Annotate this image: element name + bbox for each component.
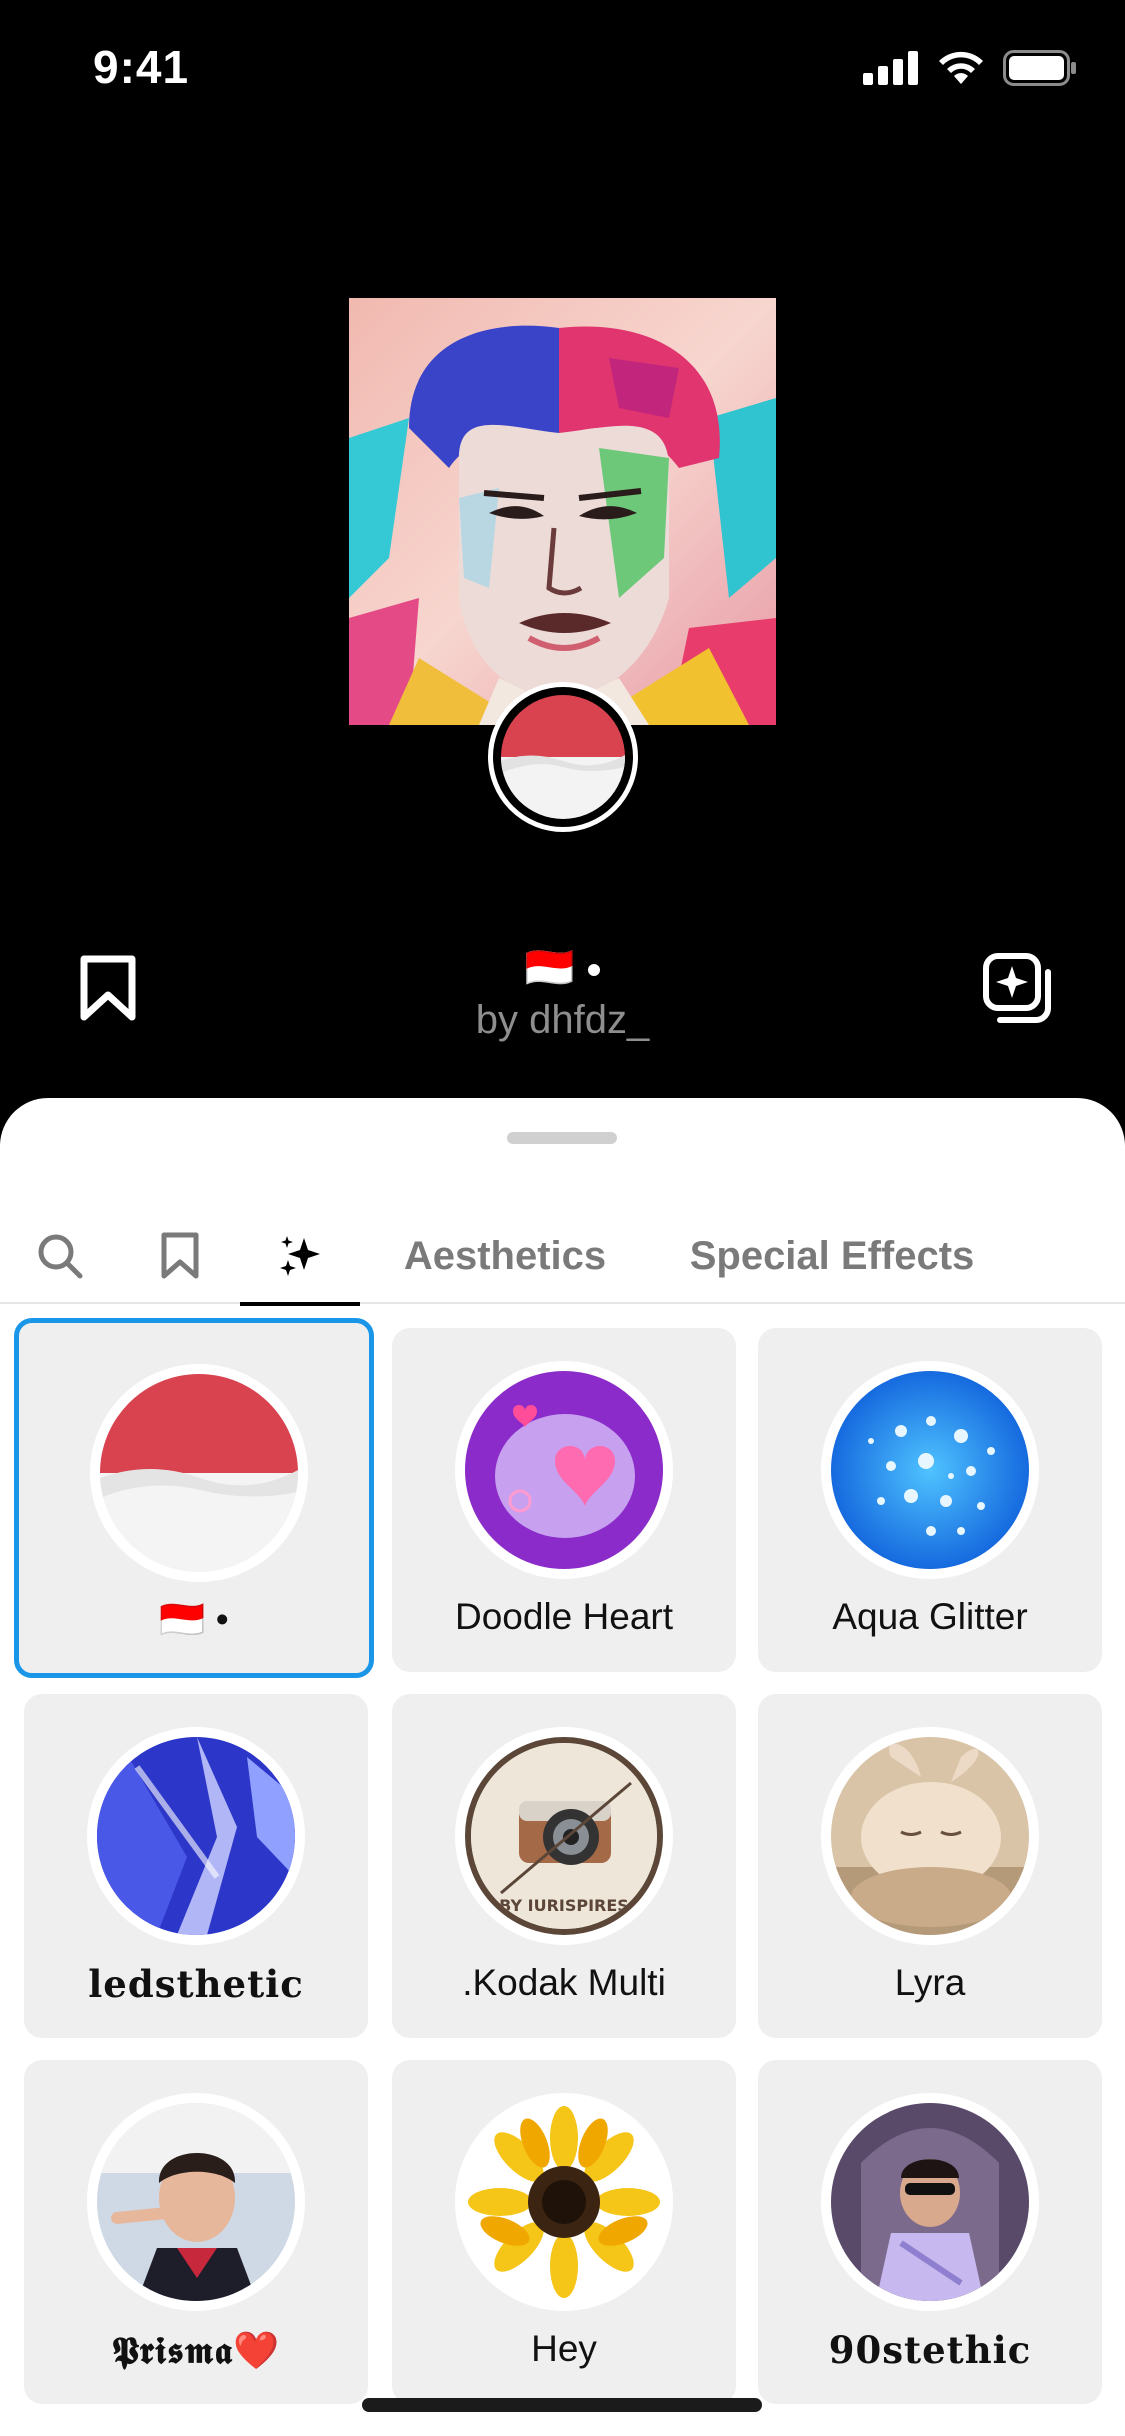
battery-icon [1003, 50, 1076, 86]
effect-thumb [87, 1727, 305, 1945]
tab-saved[interactable] [150, 1208, 210, 1304]
effect-card-prisma[interactable]: 𝕻𝖗𝖎𝖘𝖒𝖆❤️ [24, 2060, 368, 2404]
status-time: 9:41 [93, 41, 190, 93]
tab-aesthetics[interactable]: Aesthetics [390, 1208, 620, 1304]
effect-title-dot [588, 964, 601, 977]
status-bar: 9:41 [0, 0, 1125, 140]
effect-card-kodak-multi[interactable]: BY IURISPIRES .Kodak Multi [392, 1694, 736, 2038]
effects-tabs: Aesthetics Special Effects [0, 1208, 1125, 1306]
effect-title: 🇮🇩 [0, 944, 1125, 991]
effect-preview-image [349, 298, 776, 725]
effect-thumb [821, 1727, 1039, 1945]
effect-label: .Kodak Multi [462, 1962, 666, 2003]
status-icons [863, 50, 1077, 86]
effect-thumb [90, 1364, 308, 1582]
wifi-icon [939, 51, 983, 84]
effect-label: Aqua Glitter [832, 1596, 1028, 1637]
effect-card-lyra[interactable]: Lyra [758, 1694, 1102, 2038]
effect-thumb [821, 1361, 1039, 1579]
effect-label: Lyra [894, 1962, 966, 2003]
tab-trending[interactable] [240, 1208, 360, 1306]
effect-label: 90stethic [828, 2328, 1032, 2372]
effect-label: ledsthetic [88, 1962, 304, 2006]
home-indicator [362, 2398, 762, 2412]
effect-label: 𝕻𝖗𝖎𝖘𝖒𝖆❤️ [111, 2328, 281, 2372]
effect-card-aqua-glitter[interactable]: Aqua Glitter [758, 1328, 1102, 1672]
try-effect-gallery-icon[interactable] [982, 952, 1054, 1024]
effect-label: 🇮🇩 • [159, 1599, 229, 1640]
bookmark-icon [161, 1232, 199, 1279]
effect-card-ledsthetic[interactable]: ledsthetic [24, 1694, 368, 2038]
effect-thumb [87, 2093, 305, 2311]
effect-card-doodle-heart[interactable]: Doodle Heart [392, 1328, 736, 1672]
effect-title-text: 🇮🇩 [524, 946, 575, 990]
effect-label: Doodle Heart [454, 1596, 673, 1637]
selected-effect-thumbnail[interactable] [488, 682, 638, 832]
search-icon [38, 1234, 83, 1279]
tab-search[interactable] [30, 1208, 90, 1304]
effect-card-hey[interactable]: Hey [392, 2060, 736, 2404]
effect-thumb [455, 2093, 673, 2311]
kodak-thumb-text: BY IURISPIRES [499, 1896, 629, 1915]
cellular-signal-icon [863, 51, 918, 85]
effect-card-90stethic[interactable]: 90stethic [758, 2060, 1102, 2404]
sheet-grabber[interactable] [507, 1132, 617, 1144]
effect-card-indonesia[interactable]: 🇮🇩 • [14, 1318, 374, 1678]
effect-thumb [821, 2093, 1039, 2311]
effect-author[interactable]: by dhfdz_ [0, 998, 1125, 1043]
effects-browser-sheet: Aesthetics Special Effects 🇮🇩 • Doodle H… [0, 1098, 1125, 2436]
effect-thumb [455, 1361, 673, 1579]
tab-special-effects[interactable]: Special Effects [672, 1208, 992, 1304]
sparkles-icon [280, 1236, 320, 1276]
effect-label: Hey [531, 2328, 597, 2369]
effect-thumb: BY IURISPIRES [455, 1727, 673, 1945]
